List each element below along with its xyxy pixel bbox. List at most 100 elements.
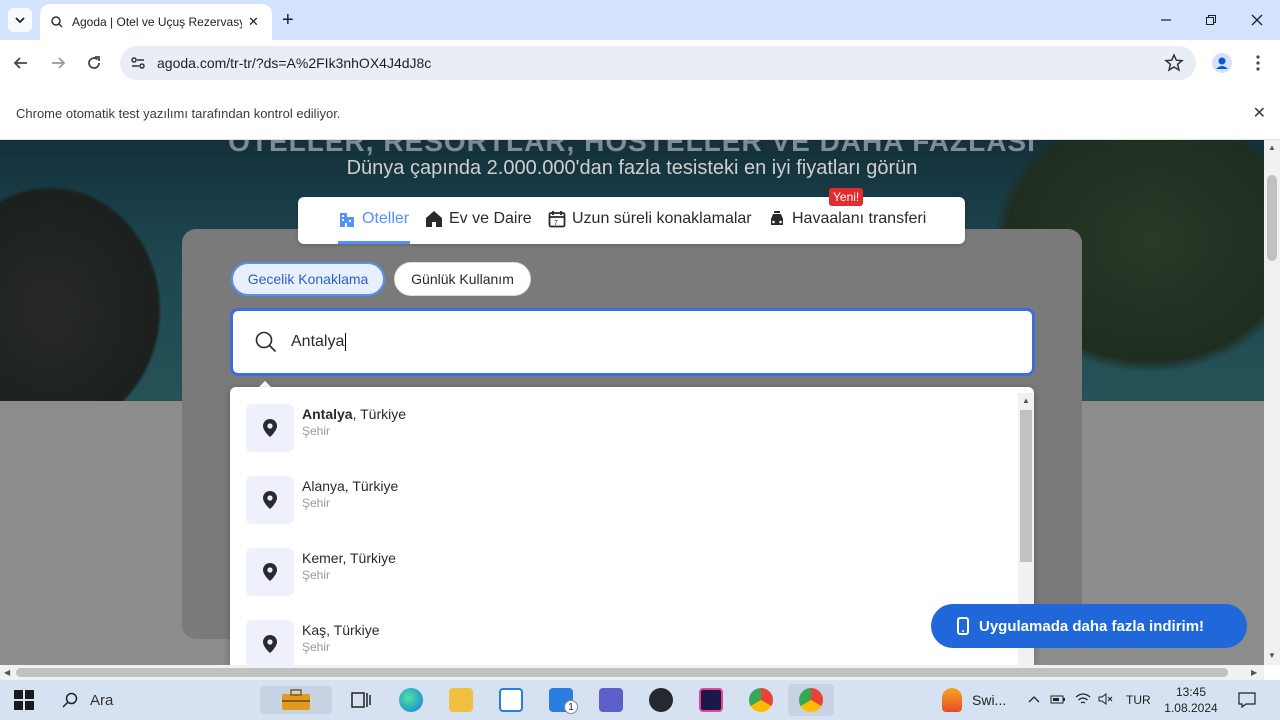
reload-icon <box>88 56 100 69</box>
text-caret <box>345 333 347 351</box>
scroll-up-icon[interactable]: ▲ <box>1268 143 1276 152</box>
back-button[interactable] <box>10 52 32 74</box>
new-tab-button[interactable]: + <box>282 10 294 30</box>
speaker-muted-icon[interactable] <box>1098 693 1114 705</box>
active-tab-indicator <box>338 241 410 244</box>
product-tabs: Oteller Ev ve Daire 7 Uzun süreli konakl… <box>298 188 965 244</box>
clock[interactable]: 13:45 1.08.2024 <box>1163 684 1219 716</box>
chrome-active-window[interactable] <box>788 684 834 716</box>
profile-avatar-icon <box>1212 53 1232 73</box>
suggestion-item[interactable]: Alanya, Türkiye Şehir <box>246 476 1016 548</box>
page-scrollbar-thumb[interactable] <box>1267 175 1277 261</box>
file-explorer-icon[interactable] <box>449 688 473 712</box>
tab-airport-transfer-label: Havaalanı transferi <box>792 210 927 227</box>
suggestion-item[interactable]: Antalya, Türkiye Şehir <box>246 404 1016 476</box>
restore-icon <box>1206 15 1216 25</box>
suggestion-name: Kemer, Türkiye <box>302 550 396 566</box>
page-vertical-scrollbar[interactable]: ▲ ▼ <box>1264 140 1280 665</box>
tab-hotels-label: Oteller <box>362 210 410 227</box>
task-view-icon <box>351 692 371 708</box>
automation-infobar: Chrome otomatik test yazılımı tarafından… <box>0 86 1280 140</box>
tab-search-button[interactable] <box>8 8 32 32</box>
swift-app-icon[interactable] <box>942 688 962 712</box>
close-infobar-icon[interactable]: ✕ <box>1253 103 1266 123</box>
hotel-icon <box>340 213 354 227</box>
tab-long-stays[interactable]: 7 Uzun süreli konaklamalar <box>548 210 752 228</box>
scroll-up-arrow-icon[interactable]: ▲ <box>1022 396 1030 405</box>
agoda-favicon-icon <box>51 16 63 28</box>
site-info-icon[interactable] <box>128 53 148 73</box>
location-pin-icon <box>263 419 277 437</box>
close-tab-icon[interactable]: ✕ <box>248 14 259 30</box>
suggestion-name: Kaş, Türkiye <box>302 622 380 638</box>
car-icon <box>771 211 783 225</box>
minimize-button[interactable] <box>1156 10 1176 30</box>
microsoft-store-icon[interactable] <box>499 688 523 712</box>
suggestion-type: Şehir <box>302 568 331 582</box>
github-icon[interactable] <box>649 688 673 712</box>
teams-icon[interactable] <box>599 688 623 712</box>
tab-homes[interactable]: Ev ve Daire <box>425 210 532 228</box>
search-input-value: Antalya <box>291 333 345 351</box>
mail-icon[interactable]: 1 <box>549 688 578 714</box>
overnight-stay-toggle[interactable]: Gecelik Konaklama <box>231 262 385 296</box>
browser-tab-agoda[interactable]: Agoda | Otel ve Uçuş Rezervasyonu ✕ <box>40 4 272 40</box>
wifi-icon[interactable] <box>1075 692 1091 706</box>
location-pin-icon <box>263 491 277 509</box>
suggestion-type: Şehir <box>302 640 331 654</box>
chrome-icon[interactable] <box>749 688 773 712</box>
app-download-banner[interactable]: Uygulamada daha fazla indirim! <box>931 604 1247 648</box>
battery-icon[interactable] <box>1050 693 1066 705</box>
address-bar[interactable]: agoda.com/tr-tr/?ds=A%2FIk3nhOX4J4dJ8c <box>120 46 1196 80</box>
forward-button[interactable] <box>47 52 69 74</box>
suggestion-type: Şehir <box>302 496 331 510</box>
suggestion-name: Alanya, Türkiye <box>302 478 399 494</box>
dropdown-scrollbar-thumb[interactable] <box>1020 410 1032 562</box>
horizontal-scrollbar-thumb[interactable] <box>16 668 1228 677</box>
bookmark-star-icon[interactable] <box>1164 53 1184 73</box>
task-view-icon[interactable] <box>349 688 373 712</box>
tab-airport-transfer[interactable]: Havaalanı transferi <box>768 210 926 228</box>
hero-headline: OTELLER, RESORTLAR, HOSTELLER VE DAHA FA… <box>228 140 1036 157</box>
scroll-right-icon[interactable]: ▶ <box>1251 668 1257 677</box>
forward-arrow-icon <box>52 57 66 69</box>
clock-date: 1.08.2024 <box>1164 701 1218 715</box>
profile-button[interactable] <box>1211 52 1233 74</box>
edge-icon[interactable] <box>399 688 423 712</box>
suggestion-match: Antalya <box>302 406 353 422</box>
tab-long-stays-label: Uzun süreli konaklamalar <box>572 210 752 227</box>
input-language[interactable]: TUR <box>1126 693 1151 707</box>
svg-text:7: 7 <box>554 220 558 227</box>
tray-app-label[interactable]: Swi... <box>972 692 1006 708</box>
location-pin-box <box>246 548 294 596</box>
page-horizontal-scrollbar[interactable]: ◀ ▶ <box>0 665 1264 680</box>
suggestion-item[interactable]: Kaş, Türkiye Şehir <box>246 620 1016 665</box>
chrome-menu-button[interactable] <box>1247 52 1269 74</box>
restore-button[interactable] <box>1201 10 1221 30</box>
scroll-left-icon[interactable]: ◀ <box>4 668 10 677</box>
page-content: OTELLER, RESORTLAR, HOSTELLER VE DAHA FA… <box>0 140 1264 665</box>
chevron-up-icon[interactable] <box>1028 695 1040 703</box>
taskbar-search-label: Ara <box>90 691 114 709</box>
day-use-toggle[interactable]: Günlük Kullanım <box>394 262 531 296</box>
browser-toolbar: agoda.com/tr-tr/?ds=A%2FIk3nhOX4J4dJ8c <box>0 40 1280 86</box>
notification-icon[interactable] <box>1238 691 1256 709</box>
search-input[interactable]: Antalya <box>291 333 347 351</box>
new-badge: Yeni! <box>829 188 864 206</box>
suggestion-item[interactable]: Kemer, Türkiye Şehir <box>246 548 1016 620</box>
scroll-down-icon[interactable]: ▼ <box>1268 651 1276 660</box>
destination-search-box[interactable]: Antalya <box>230 308 1035 376</box>
clock-time: 13:45 <box>1175 685 1207 699</box>
url-text[interactable]: agoda.com/tr-tr/?ds=A%2FIk3nhOX4J4dJ8c <box>157 55 431 71</box>
suggestion-name: Antalya, Türkiye <box>302 406 406 422</box>
intellij-icon[interactable] <box>699 688 723 712</box>
reload-button[interactable] <box>83 52 105 74</box>
mail-badge: 1 <box>564 700 578 714</box>
phone-icon <box>957 617 969 635</box>
taskbar-search[interactable]: Ara <box>48 680 248 720</box>
close-window-button[interactable] <box>1247 10 1267 30</box>
tab-hotels[interactable]: Oteller <box>338 210 409 228</box>
location-pin-icon <box>263 635 277 653</box>
windows-start-icon[interactable] <box>14 690 34 710</box>
taskbar-widget[interactable] <box>260 686 332 714</box>
